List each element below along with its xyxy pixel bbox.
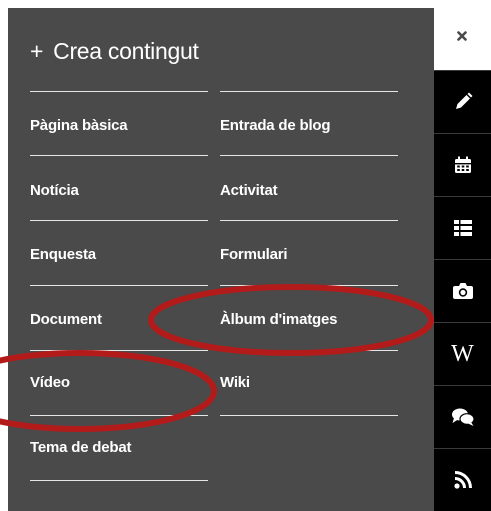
- rss-icon: [453, 471, 472, 489]
- close-icon: [457, 31, 467, 41]
- rail-button-camera[interactable]: [434, 259, 491, 322]
- rail-button-pencil[interactable]: [434, 70, 491, 133]
- menu-item-entrada-de-blog[interactable]: Entrada de blog: [220, 117, 331, 134]
- menu-item-wiki[interactable]: Wiki: [220, 374, 250, 391]
- panel-header: + Crea contingut: [30, 38, 199, 65]
- menu-item-tema-de-debat[interactable]: Tema de debat: [30, 439, 132, 456]
- separator: [30, 155, 208, 156]
- menu-item-album-imatges[interactable]: Àlbum d'imatges: [220, 311, 337, 328]
- plus-icon: +: [30, 38, 44, 64]
- separator: [220, 415, 398, 416]
- separator: [220, 220, 398, 221]
- rail-button-calendar[interactable]: [434, 133, 491, 196]
- separator: [30, 480, 208, 481]
- rail-button-list[interactable]: [434, 196, 491, 259]
- separator: [220, 91, 398, 92]
- separator: [30, 350, 208, 351]
- rail-button-comments[interactable]: [434, 385, 491, 448]
- panel-title: Crea contingut: [53, 38, 199, 64]
- list-icon: [453, 220, 472, 236]
- separator: [220, 155, 398, 156]
- menu-item-formulari[interactable]: Formulari: [220, 246, 288, 263]
- wikipedia-icon: W: [451, 340, 474, 367]
- separator: [30, 91, 208, 92]
- menu-item-noticia[interactable]: Notícia: [30, 182, 79, 199]
- rail-button-rss[interactable]: [434, 448, 491, 511]
- separator: [30, 220, 208, 221]
- menu-item-activitat[interactable]: Activitat: [220, 182, 278, 199]
- menu-item-pagina-basica[interactable]: Pàgina bàsica: [30, 117, 128, 134]
- camera-icon: [452, 283, 473, 299]
- separator: [220, 285, 398, 286]
- menu-item-enquesta[interactable]: Enquesta: [30, 246, 96, 263]
- rail-button-wiki[interactable]: W: [434, 322, 491, 385]
- pencil-icon: [455, 92, 472, 109]
- separator: [30, 415, 208, 416]
- menu-item-video[interactable]: Vídeo: [30, 374, 70, 391]
- separator: [220, 350, 398, 351]
- menu-item-document[interactable]: Document: [30, 311, 102, 328]
- close-button[interactable]: [452, 26, 472, 46]
- separator: [30, 285, 208, 286]
- calendar-icon: [454, 156, 471, 173]
- comments-icon: [451, 408, 475, 426]
